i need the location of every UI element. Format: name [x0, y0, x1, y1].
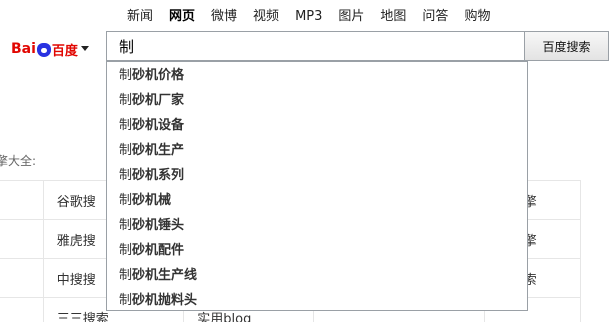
section-label: 擎大全:: [0, 154, 37, 168]
baidu-search-page: 新闻 网页 微博 视频 MP3 图片 地图 问答 购物 Bai 百度 百度搜索 …: [0, 0, 611, 322]
suggestion-completion: 砂机配件: [132, 243, 185, 258]
suggestion-typed: 制: [119, 268, 133, 283]
suggestion-completion: 砂机系列: [132, 168, 185, 183]
nav-map[interactable]: 地图: [372, 6, 414, 28]
search-button[interactable]: 百度搜索: [524, 31, 609, 61]
nav-shopping[interactable]: 购物: [456, 6, 498, 28]
table-cell[interactable]: 擎: [0, 258, 44, 298]
suggestion-typed: 制: [119, 93, 133, 108]
suggestion-typed: 制: [119, 168, 133, 183]
suggestion-typed: 制: [119, 143, 133, 158]
suggestion-item[interactable]: 制砂机系列: [107, 163, 527, 188]
suggestion-completion: 砂机生产: [132, 143, 185, 158]
paw-du-icon: [36, 43, 51, 57]
suggestion-completion: 砂机设备: [132, 118, 185, 133]
search-input[interactable]: [106, 31, 524, 61]
suggestion-completion: 砂机锤头: [132, 218, 185, 233]
top-navigation: 新闻 网页 微博 视频 MP3 图片 地图 问答 购物: [119, 6, 498, 28]
suggestion-item[interactable]: 制砂机生产: [107, 138, 527, 163]
nav-web[interactable]: 网页: [161, 6, 203, 28]
logo-text-bai: Bai: [11, 41, 36, 57]
suggestion-typed: 制: [119, 243, 133, 258]
suggestion-item[interactable]: 制砂机抛料头: [107, 288, 527, 313]
suggestion-item[interactable]: 制砂机生产线: [107, 263, 527, 288]
search-suggestions: 制砂机价格 制砂机厂家 制砂机设备 制砂机生产 制砂机系列 制砂机械 制砂机锤头…: [106, 61, 528, 311]
suggestion-completion: 砂机厂家: [132, 93, 185, 108]
nav-mp3[interactable]: MP3: [287, 6, 330, 28]
suggestion-typed: 制: [119, 68, 133, 83]
table-cell[interactable]: 擎: [0, 180, 44, 220]
suggestion-typed: 制: [119, 218, 133, 233]
nav-images[interactable]: 图片: [330, 6, 372, 28]
nav-video[interactable]: 视频: [245, 6, 287, 28]
suggestion-completion: 砂机价格: [132, 68, 185, 83]
suggestion-item[interactable]: 制砂机厂家: [107, 88, 527, 113]
suggestion-completion: 砂机械: [132, 193, 172, 208]
logo-text-baidu: 百度: [51, 43, 78, 59]
nav-qa[interactable]: 问答: [414, 6, 456, 28]
suggestion-completion: 砂机生产线: [132, 268, 198, 283]
baidu-logo[interactable]: Bai 百度: [11, 38, 89, 60]
suggestion-typed: 制: [119, 118, 133, 133]
suggestion-typed: 制: [119, 293, 133, 308]
suggestion-item[interactable]: 制砂机锤头: [107, 213, 527, 238]
suggestion-completion: 砂机抛料头: [132, 293, 198, 308]
suggestion-item[interactable]: 制砂机配件: [107, 238, 527, 263]
suggestion-item[interactable]: 制砂机设备: [107, 113, 527, 138]
suggestion-item[interactable]: 制砂机械: [107, 188, 527, 213]
nav-weibo[interactable]: 微博: [203, 6, 245, 28]
table-cell[interactable]: [0, 297, 44, 322]
caret-down-icon[interactable]: [80, 45, 89, 51]
table-cell[interactable]: 擎: [0, 219, 44, 259]
suggestion-typed: 制: [119, 193, 133, 208]
suggestion-item[interactable]: 制砂机价格: [107, 63, 527, 88]
nav-news[interactable]: 新闻: [119, 6, 161, 28]
